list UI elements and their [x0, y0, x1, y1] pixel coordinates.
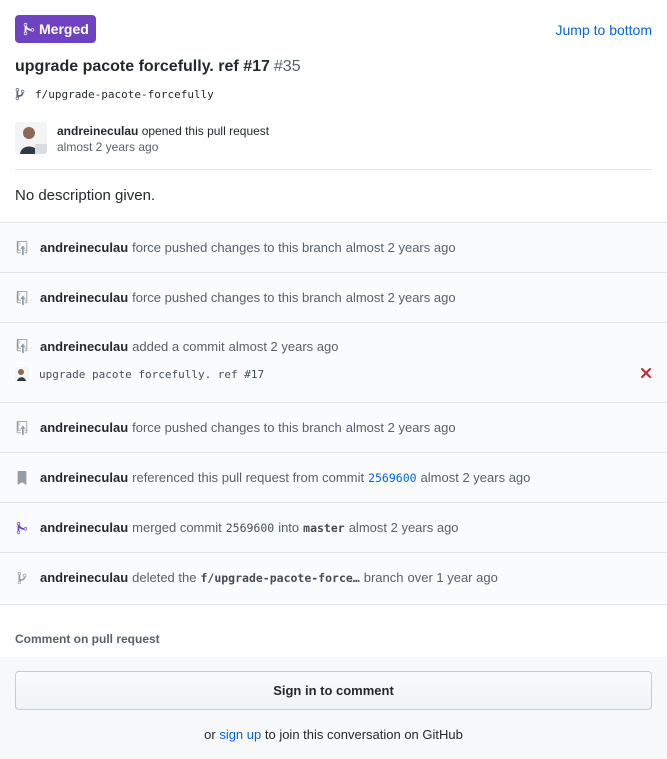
timeline-event: andreineculau merged commit 2569600 into… — [0, 502, 667, 552]
commit-header: andreineculau added a commit almost 2 ye… — [15, 338, 667, 354]
event-time[interactable]: over 1 year ago — [407, 570, 497, 585]
or-text: or — [204, 727, 216, 742]
event-text: referenced this pull request from commit — [132, 470, 365, 485]
divider — [15, 169, 652, 170]
branch-line: f/upgrade-pacote-forcefully — [15, 87, 214, 101]
merged-badge-label: Merged — [39, 21, 89, 37]
event-text: force pushed changes to this branch — [132, 290, 342, 305]
merged-badge: Merged — [15, 15, 96, 43]
pr-description: No description given. — [15, 187, 156, 204]
event-text: deleted the — [132, 570, 197, 585]
event-time[interactable]: almost 2 years ago — [229, 339, 339, 354]
event-time[interactable]: almost 2 years ago — [349, 520, 459, 535]
event-user[interactable]: andreineculau — [40, 470, 128, 485]
event-user[interactable]: andreineculau — [40, 520, 128, 535]
event-text: force pushed changes to this branch — [132, 420, 342, 435]
opened-time[interactable]: almost 2 years ago — [57, 139, 269, 155]
git-merge-icon — [15, 520, 29, 536]
deleted-branch: f/upgrade-pacote-force… — [200, 570, 360, 585]
author-name[interactable]: andreineculau — [57, 124, 138, 138]
avatar[interactable] — [15, 367, 29, 381]
event-user[interactable]: andreineculau — [40, 339, 128, 354]
avatar[interactable] — [15, 122, 47, 154]
repo-push-icon — [15, 420, 29, 436]
timeline-event: andreineculau referenced this pull reque… — [0, 452, 667, 502]
join-text: to join this conversation on GitHub — [264, 727, 463, 742]
event-text: force pushed changes to this branch — [132, 240, 342, 255]
pr-title: upgrade pacote forcefully. ref #17 — [15, 58, 270, 75]
x-icon[interactable] — [640, 367, 652, 379]
timeline-event: andreineculau force pushed changes to th… — [0, 272, 667, 322]
repo-push-icon — [15, 240, 29, 256]
commit-row: upgrade pacote forcefully. ref #17 — [15, 367, 667, 381]
branch-name[interactable]: f/upgrade-pacote-forcefully — [35, 88, 214, 101]
jump-to-bottom-link[interactable]: Jump to bottom — [556, 22, 653, 38]
event-user[interactable]: andreineculau — [40, 240, 128, 255]
commit-sha-link[interactable]: 2569600 — [368, 471, 416, 485]
opened-text: opened this pull request — [141, 124, 270, 138]
commit-message[interactable]: upgrade pacote forcefully. ref #17 — [39, 368, 264, 381]
event-time[interactable]: almost 2 years ago — [346, 420, 456, 435]
target-branch: master — [303, 520, 345, 535]
git-branch-icon — [15, 87, 25, 101]
sign-in-button[interactable]: Sign in to comment — [15, 671, 652, 710]
repo-push-icon — [15, 338, 29, 354]
pr-number: #35 — [273, 58, 301, 75]
timeline-event: andreineculau force pushed changes to th… — [0, 222, 667, 272]
into-text: into — [278, 520, 300, 535]
event-user[interactable]: andreineculau — [40, 290, 128, 305]
page-title: upgrade pacote forcefully. ref #17 #35 — [15, 58, 301, 76]
event-text: merged commit — [132, 520, 222, 535]
git-branch-icon — [15, 570, 29, 586]
repo-push-icon — [15, 290, 29, 306]
timeline-event-commit: andreineculau added a commit almost 2 ye… — [0, 322, 667, 402]
branch-word: branch — [363, 570, 404, 585]
event-time[interactable]: almost 2 years ago — [346, 290, 456, 305]
author-meta: andreineculau opened this pull request a… — [57, 123, 269, 155]
event-time[interactable]: almost 2 years ago — [346, 240, 456, 255]
commit-sha[interactable]: 2569600 — [226, 521, 274, 535]
bookmark-icon — [15, 470, 29, 486]
author-row: andreineculau opened this pull request a… — [15, 122, 269, 155]
avatar-image — [15, 367, 29, 381]
avatar-image — [15, 122, 47, 154]
event-user[interactable]: andreineculau — [40, 570, 128, 585]
comment-heading: Comment on pull request — [15, 632, 160, 646]
signup-line: or sign up to join this conversation on … — [0, 727, 667, 742]
timeline-event: andreineculau force pushed changes to th… — [0, 402, 667, 452]
git-merge-icon — [23, 22, 35, 36]
pr-header: Merged Jump to bottom upgrade pacote for… — [0, 0, 667, 222]
event-user[interactable]: andreineculau — [40, 420, 128, 435]
event-text: added a commit — [132, 338, 225, 354]
event-time[interactable]: almost 2 years ago — [421, 470, 531, 485]
timeline-event: andreineculau deleted the f/upgrade-paco… — [0, 552, 667, 602]
divider — [0, 604, 667, 605]
timeline: andreineculau force pushed changes to th… — [0, 222, 667, 602]
sign-up-link[interactable]: sign up — [219, 727, 261, 742]
